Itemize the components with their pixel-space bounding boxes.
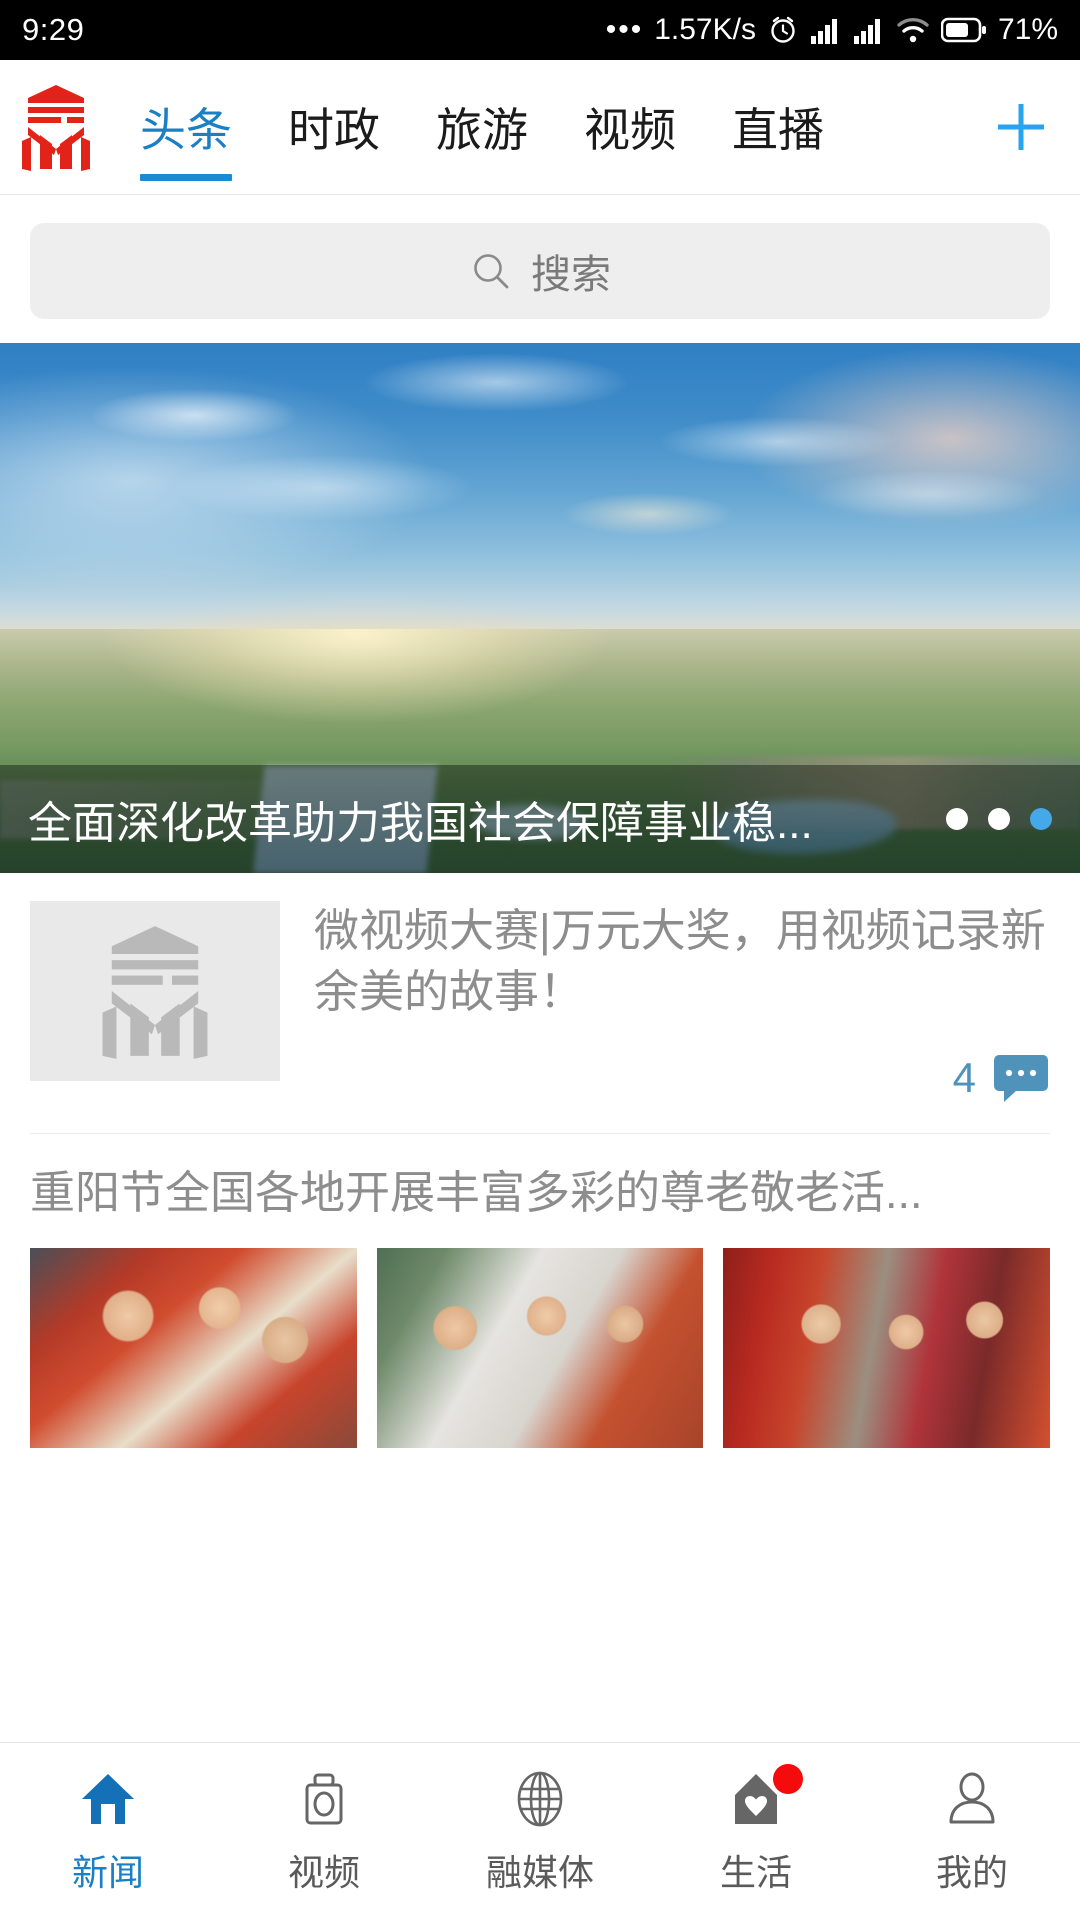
news-list: 微视频大赛|万元大奖，用视频记录新余美的故事！ 4 重阳节全国各地开展丰富多彩的…: [0, 873, 1080, 1448]
news-thumbnail-3[interactable]: [723, 1248, 1051, 1448]
channel-tabs[interactable]: 头条 时政 旅游 视频 直播: [112, 60, 962, 194]
carousel-caption-bar: 全面深化改革助力我国社会保障事业稳...: [0, 765, 1080, 873]
news-title[interactable]: 微视频大赛|万元大奖，用视频记录新余美的故事！: [314, 901, 1050, 1023]
comment-count: 4: [952, 1053, 976, 1101]
status-bar: 9:29 ••• 1.57K/s 71%: [0, 0, 1080, 60]
news-thumbnail-placeholder: [30, 901, 280, 1081]
app-logo[interactable]: [0, 60, 112, 194]
app-logo-placeholder-icon: [102, 926, 208, 1059]
top-navigation-bar: 头条 时政 旅游 视频 直播: [0, 60, 1080, 195]
nav-item-profile[interactable]: 我的: [864, 1743, 1080, 1920]
battery-percent-label: 71%: [997, 13, 1058, 46]
overflow-dots-icon: •••: [605, 13, 644, 46]
news-meta: 4: [314, 1053, 1050, 1103]
comment-bubble-icon[interactable]: [992, 1053, 1050, 1103]
nav-label: 视频: [287, 1851, 360, 1893]
battery-icon: [940, 17, 987, 43]
nav-item-media[interactable]: 融媒体: [432, 1743, 648, 1920]
tabstrip-fade-overlay: [882, 60, 962, 194]
carousel-title[interactable]: 全面深化改革助力我国社会保障事业稳...: [28, 787, 924, 851]
tab-shizheng[interactable]: 时政: [260, 60, 408, 194]
news-thumbnail-row: [30, 1248, 1051, 1448]
nav-label: 我的: [935, 1851, 1008, 1893]
tab-lvyou[interactable]: 旅游: [408, 60, 556, 194]
search-icon: [474, 254, 509, 289]
search-placeholder: 搜索: [531, 253, 611, 297]
nav-label: 生活: [719, 1851, 792, 1893]
carousel-image-clouds: [0, 343, 1080, 672]
tab-label: 直播: [732, 104, 824, 156]
person-icon: [941, 1768, 1003, 1830]
search-region: 搜索: [0, 195, 1080, 343]
plus-icon: [998, 104, 1044, 150]
tab-toutiao[interactable]: 头条: [112, 60, 260, 194]
network-speed-label: 1.57K/s: [654, 13, 756, 46]
alarm-icon: [767, 14, 799, 46]
signal-bars-icon: [810, 16, 842, 44]
bottom-navigation-bar: 新闻 视频 融媒体 生活 我的: [0, 1742, 1080, 1920]
search-input[interactable]: 搜索: [30, 223, 1050, 319]
tab-zhibo[interactable]: 直播: [704, 60, 852, 194]
carousel-indicators[interactable]: [946, 808, 1052, 830]
nav-label: 融媒体: [485, 1851, 594, 1893]
news-thumbnail-1[interactable]: [30, 1248, 357, 1448]
carousel-dot-3[interactable]: [1030, 808, 1052, 830]
wifi-icon: [896, 16, 930, 44]
nav-label: 新闻: [71, 1851, 144, 1893]
globe-icon: [509, 1768, 571, 1830]
nav-item-video[interactable]: 视频: [216, 1743, 432, 1920]
news-title[interactable]: 重阳节全国各地开展丰富多彩的尊老敬老活...: [30, 1164, 1050, 1223]
list-item[interactable]: 重阳节全国各地开展丰富多彩的尊老敬老活...: [0, 1134, 1080, 1448]
tab-label: 头条: [140, 104, 232, 156]
add-channel-button[interactable]: [962, 60, 1080, 194]
nav-item-life[interactable]: 生活: [648, 1743, 864, 1920]
nav-item-news[interactable]: 新闻: [0, 1743, 216, 1920]
list-item[interactable]: 微视频大赛|万元大奖，用视频记录新余美的故事！ 4: [0, 873, 1080, 1103]
carousel-dot-2[interactable]: [988, 808, 1010, 830]
carousel-dot-1[interactable]: [946, 808, 968, 830]
hero-carousel[interactable]: 全面深化改革助力我国社会保障事业稳...: [0, 343, 1080, 873]
news-thumbnail-2[interactable]: [376, 1248, 704, 1448]
tab-label: 视频: [584, 104, 676, 156]
notification-badge: [773, 1763, 803, 1794]
tab-label: 时政: [288, 104, 380, 156]
home-icon: [77, 1768, 139, 1830]
signal-bars-icon-2: [853, 16, 885, 44]
status-bar-icons: ••• 1.57K/s 71%: [606, 13, 1058, 47]
tab-label: 旅游: [436, 104, 528, 156]
house-heart-icon: [725, 1763, 803, 1830]
app-logo-icon: [22, 85, 90, 171]
active-tab-underline: [140, 174, 232, 181]
tab-shipin[interactable]: 视频: [556, 60, 704, 194]
camera-icon: [293, 1768, 355, 1830]
status-bar-time: 9:29: [22, 12, 85, 47]
